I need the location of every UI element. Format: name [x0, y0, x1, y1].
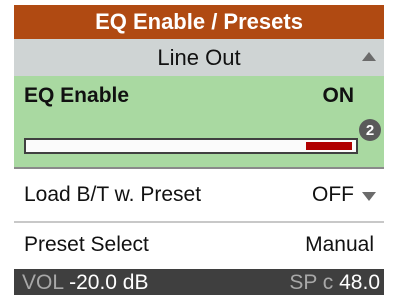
level-bar-fill [306, 142, 352, 150]
sample-value: 48.0 [339, 271, 380, 294]
page-title: EQ Enable / Presets [14, 5, 384, 39]
sample-readout: SP c 48.0 [289, 271, 380, 295]
sample-label: SP c [289, 271, 334, 294]
load-bt-preset-row[interactable]: Load B/T w. Preset OFF [14, 169, 384, 221]
device-screen: EQ Enable / Presets Line Out EQ Enable O… [14, 5, 384, 295]
status-bar: VOL -20.0 dB SP c 48.0 [14, 269, 384, 295]
preset-select-row[interactable]: Preset Select Manual [14, 219, 384, 271]
load-bt-label: Load B/T w. Preset [24, 183, 202, 206]
triangle-up-icon[interactable] [362, 52, 376, 61]
eq-enable-row[interactable]: EQ Enable ON 2 [14, 76, 384, 167]
volume-value: -20.0 dB [69, 271, 149, 294]
preset-select-label: Preset Select [24, 233, 149, 256]
volume-readout: VOL -20.0 dB [22, 271, 148, 295]
eq-enable-label: EQ Enable [24, 84, 130, 107]
triangle-down-icon[interactable] [362, 192, 376, 201]
preset-select-value[interactable]: Manual [305, 233, 374, 257]
number-badge-icon: 2 [359, 119, 381, 141]
eq-enable-level-bar[interactable] [24, 138, 358, 154]
volume-label: VOL [22, 271, 64, 294]
eq-enable-value[interactable]: ON [323, 84, 355, 108]
section-header-line-out[interactable]: Line Out [14, 39, 384, 76]
section-title: Line Out [157, 44, 241, 70]
load-bt-value[interactable]: OFF [312, 183, 354, 207]
